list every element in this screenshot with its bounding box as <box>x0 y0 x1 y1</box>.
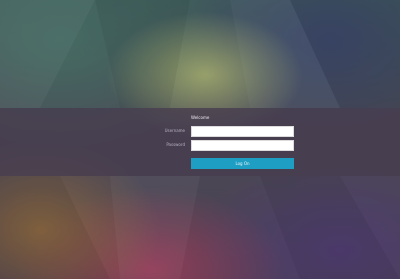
password-label: Password <box>166 142 185 147</box>
log-on-button[interactable]: Log On <box>191 158 294 169</box>
username-input[interactable] <box>191 126 294 137</box>
username-label: Username <box>164 128 185 133</box>
password-input[interactable] <box>191 140 294 151</box>
welcome-title: Welcome <box>191 115 210 120</box>
login-screen: Welcome Username Password Log On <box>0 0 400 279</box>
